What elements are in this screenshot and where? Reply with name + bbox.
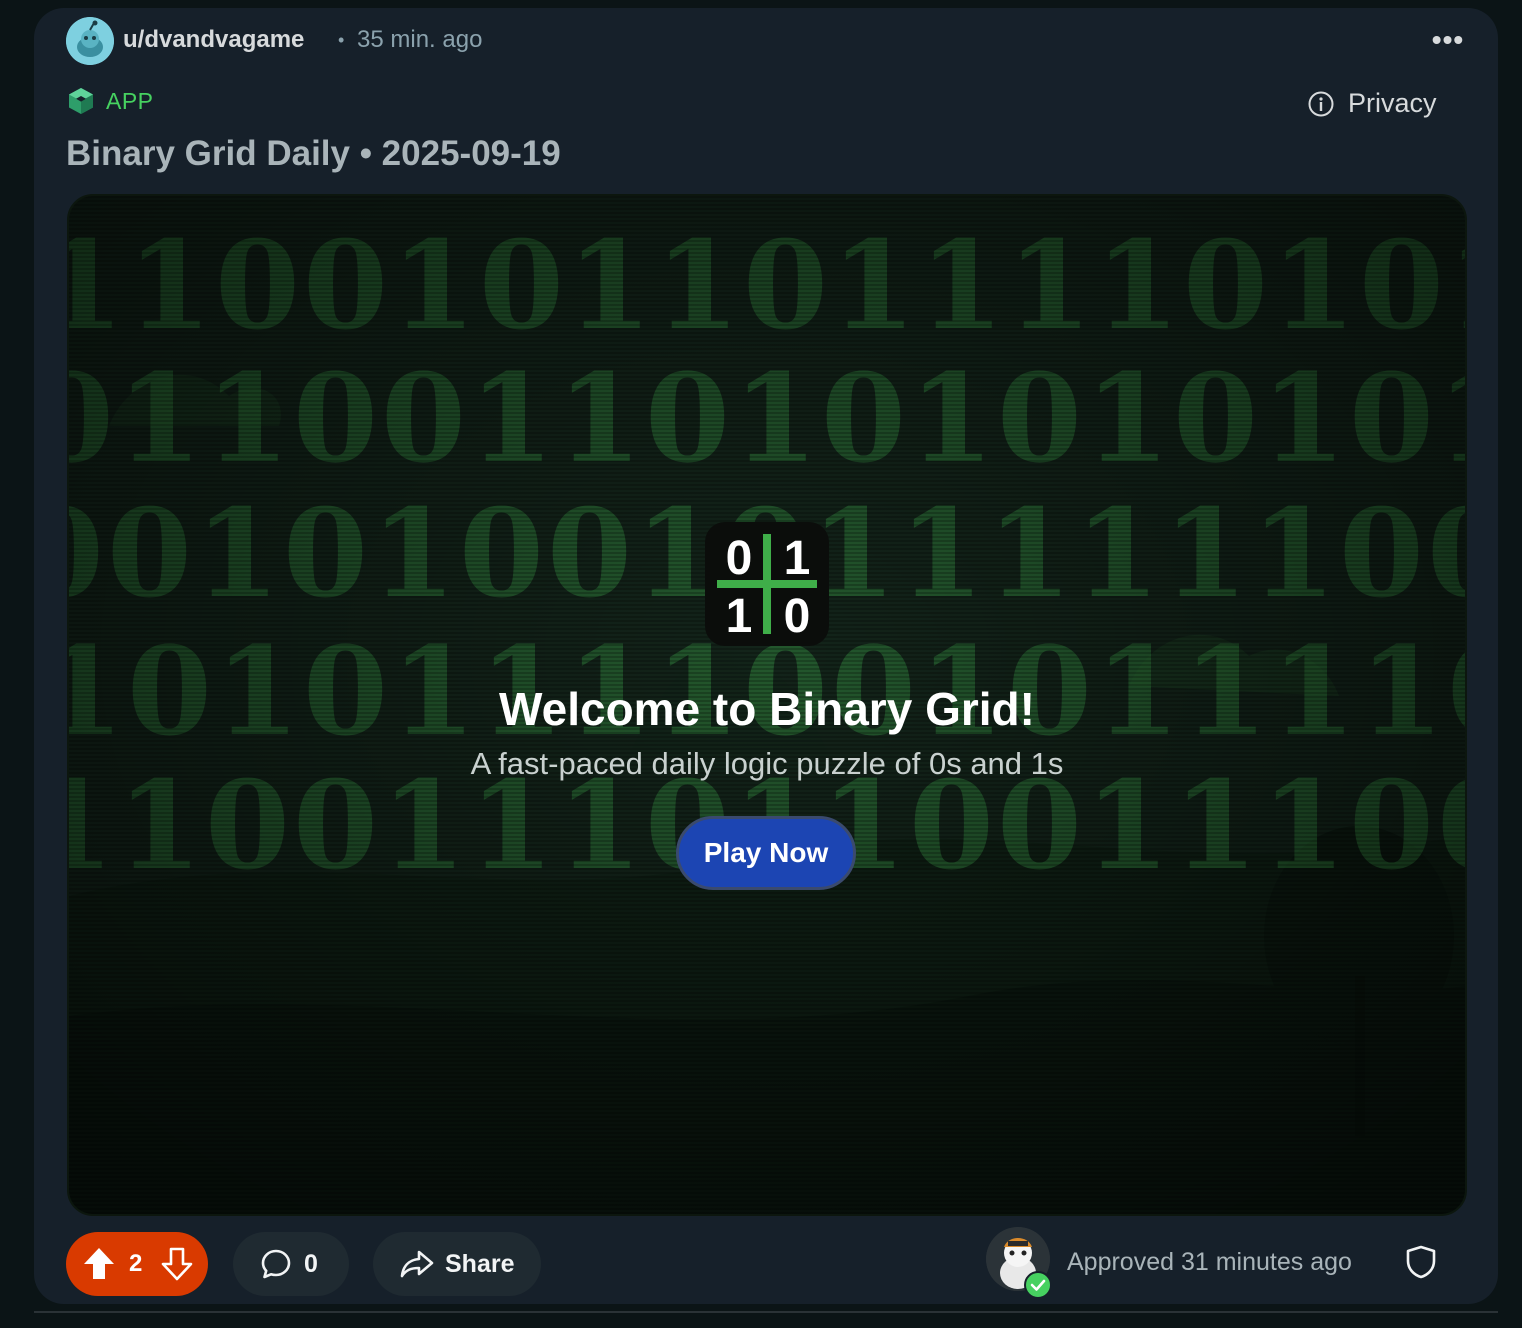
welcome-heading: Welcome to Binary Grid! [499,683,1035,735]
vote-control: 2 [66,1232,208,1296]
logo-digit-top-left: 0 [726,532,753,585]
play-now-button[interactable]: Play Now [676,816,856,890]
more-options-icon: ••• [1431,24,1465,55]
upvote-icon[interactable] [82,1246,116,1282]
comment-icon [261,1249,291,1279]
share-label: Share [445,1249,515,1278]
share-button[interactable]: Share [373,1232,541,1296]
shield-icon [1406,1245,1436,1279]
vote-score: 2 [129,1250,143,1277]
approved-check-icon [1024,1271,1052,1299]
snoo-avatar-icon [66,17,114,65]
user-avatar-icon[interactable] [66,17,114,65]
app-cube-icon [69,88,93,114]
mod-shield-button[interactable] [1404,1244,1438,1285]
more-options-button[interactable]: ••• [1420,22,1476,58]
welcome-subtitle: A fast-paced daily logic puzzle of 0s an… [470,746,1064,781]
info-icon [1308,91,1334,116]
post-author[interactable]: u/dvandvagame [123,26,304,54]
downvote-icon[interactable] [160,1246,194,1282]
app-tag: APP [66,86,154,116]
share-icon [400,1250,434,1278]
approved-status: Approved 31 minutes ago [1067,1248,1352,1276]
post-time: 35 min. ago [357,26,483,53]
binary-grid-logo: 0 1 1 0 [705,522,829,646]
comments-button[interactable]: 0 [233,1232,349,1296]
feed-divider [34,1311,1498,1313]
logo-digit-top-right: 1 [784,532,811,585]
privacy-button[interactable]: Privacy [1308,88,1437,119]
logo-digit-bottom-right: 0 [784,590,811,643]
privacy-label: Privacy [1348,88,1437,118]
app-label: APP [106,87,154,114]
game-embed[interactable]: 1100101101111010100110011010101010100101… [67,194,1467,1216]
separator-dot: • [338,30,345,50]
comments-count: 0 [304,1249,318,1278]
post-card[interactable]: u/dvandvagame • 35 min. ago ••• APP Priv… [34,8,1498,1304]
post-title[interactable]: Binary Grid Daily • 2025-09-19 [66,134,561,174]
logo-digit-bottom-left: 1 [726,590,753,643]
